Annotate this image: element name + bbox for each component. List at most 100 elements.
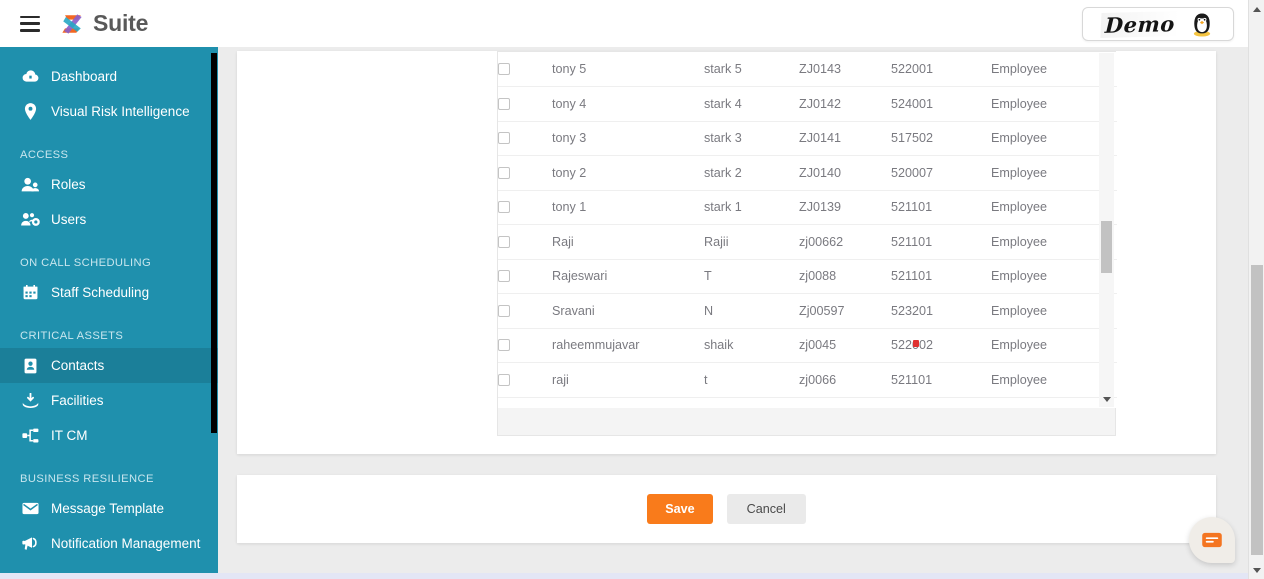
row-select-cell: [498, 52, 552, 87]
page-scrollbar[interactable]: [1248, 0, 1264, 579]
table-scrollbar[interactable]: [1099, 53, 1114, 407]
row-checkbox[interactable]: [498, 373, 510, 386]
sidebar-item-users[interactable]: Users: [0, 202, 218, 237]
cell-last-name: Rajii: [704, 224, 799, 260]
cell-zip: 521101: [891, 259, 991, 294]
table-row[interactable]: Rajeswari Tzj0088 521101 Employee: [498, 259, 1117, 294]
row-checkbox[interactable]: [498, 304, 510, 317]
sitemap-icon: [20, 427, 40, 445]
cell-first-name: Rajeswari: [552, 259, 704, 294]
cancel-button[interactable]: Cancel: [726, 494, 806, 524]
table-scroll-down-button[interactable]: [1099, 391, 1114, 407]
cell-first-name: tony 2: [552, 155, 704, 191]
cell-last-name: stark 5: [704, 52, 799, 87]
contacts-table-scrollarea: tony 5 stark 5 ZJ0143 522001 Employee tony 4s…: [498, 52, 1117, 408]
sidebar-item-message-template[interactable]: Message Template: [0, 491, 218, 526]
sidebar-item-roles[interactable]: Roles: [0, 167, 218, 202]
row-checkbox[interactable]: [498, 97, 510, 110]
cell-last-name: T: [704, 259, 799, 294]
sidebar-item-label: Message Template: [51, 501, 165, 516]
sidebar-item-visual-risk-intelligence[interactable]: Visual Risk Intelligence: [0, 94, 218, 129]
table-row[interactable]: Raji Rajii zj00662 521101 Employee: [498, 224, 1117, 260]
row-checkbox[interactable]: [498, 270, 510, 283]
row-checkbox[interactable]: [498, 166, 510, 179]
cell-zip: 523201: [891, 293, 991, 329]
table-scrollbar-thumb[interactable]: [1101, 221, 1112, 273]
table-row[interactable]: tony 2 stark 2 ZJ0140 520007 Employee: [498, 155, 1117, 191]
top-header: Suite Demo: [0, 0, 1248, 47]
sidebar-section-access: ACCESS: [20, 149, 69, 161]
chat-widget-button[interactable]: [1189, 517, 1235, 563]
sidebar-item-label: IT CM: [51, 428, 88, 443]
cell-zip: 520007: [891, 155, 991, 191]
megaphone-icon: [20, 535, 40, 553]
z-logo-icon: [62, 13, 82, 34]
table-row[interactable]: tony 3 stark 3 ZJ0141 517502 Employee: [498, 121, 1117, 156]
cell-zip: 524001: [891, 86, 991, 122]
sidebar-item-label: Notification Management: [51, 536, 201, 551]
penguin-avatar-icon[interactable]: [1189, 11, 1215, 37]
hamburger-icon[interactable]: [20, 15, 40, 32]
cell-contact-id: zj0045: [799, 328, 891, 363]
save-button[interactable]: Save: [647, 494, 713, 524]
cell-last-name: stark 3: [704, 121, 799, 156]
cell-contact-id: ZJ0141: [799, 121, 891, 156]
chat-bubble-icon: [1202, 532, 1222, 548]
row-select-cell: [498, 259, 552, 294]
cell-last-name: stark 4: [704, 86, 799, 122]
sidebar-item-label: Roles: [51, 177, 86, 192]
hamburger-bar: [20, 15, 40, 19]
cell-zip: 517502: [891, 121, 991, 156]
row-checkbox[interactable]: [498, 235, 510, 248]
chevron-down-icon: [1102, 396, 1111, 402]
sidebar-scrollbar-thumb[interactable]: [211, 53, 217, 433]
row-select-cell: [498, 121, 552, 156]
cell-first-name: Raji: [552, 224, 704, 260]
contacts-table: tony 5 stark 5 ZJ0143 522001 Employee tony 4s…: [498, 52, 1117, 398]
table-row[interactable]: Sravani N Zj00597 523201 Employee: [498, 293, 1117, 329]
sidebar-item-staff-scheduling[interactable]: Staff Scheduling: [0, 275, 218, 310]
page-scroll-up-button[interactable]: [1249, 0, 1264, 18]
cell-last-name: N: [704, 293, 799, 329]
cell-contact-id: ZJ0143: [799, 52, 891, 87]
sidebar-item-notification-management[interactable]: Notification Management: [0, 526, 218, 561]
table-row[interactable]: raheemmujavarshaikzj0045522002Employee: [498, 328, 1117, 363]
cell-contact-id: Zj00597: [799, 293, 891, 329]
cell-zip: 522002: [891, 328, 991, 363]
sidebar-item-facilities[interactable]: Facilities: [0, 383, 218, 418]
sidebar-section-on-call-scheduling: ON CALL SCHEDULING: [20, 257, 152, 269]
cell-contact-id: zj0088: [799, 259, 891, 294]
sidebar-section-critical-assets: CRITICAL ASSETS: [20, 330, 124, 342]
sidebar-item-dashboard[interactable]: Dashboard: [0, 59, 218, 94]
table-row[interactable]: tony 4 stark 4 ZJ0142 524001 Employee: [498, 86, 1117, 122]
table-row[interactable]: tony 5 stark 5 ZJ0143 522001 Employee: [498, 52, 1117, 87]
cell-contact-id: ZJ0142: [799, 86, 891, 122]
table-row[interactable]: tony 1 stark 1 ZJ0139 521101 Employee: [498, 190, 1117, 225]
page-scroll-down-button[interactable]: [1249, 561, 1264, 579]
brand-logo[interactable]: Suite: [58, 10, 148, 38]
row-checkbox[interactable]: [498, 201, 510, 214]
row-checkbox[interactable]: [498, 339, 510, 352]
demo-account-badge[interactable]: Demo: [1082, 7, 1234, 41]
contacts-card: tony 5 stark 5 ZJ0143 522001 Employee tony 4s…: [237, 51, 1216, 454]
cell-zip: 521101: [891, 190, 991, 225]
form-actions-card: Save Cancel: [237, 475, 1216, 543]
cell-first-name: tony 5: [552, 52, 704, 87]
sidebar-item-it-cm[interactable]: IT CM: [0, 418, 218, 453]
form-actions: Save Cancel: [237, 475, 1216, 543]
brand-title: Suite: [93, 10, 149, 36]
sidebar-item-label: Facilities: [51, 393, 104, 408]
app-viewport: Suite Demo Dashboard Visual Risk Intellig…: [0, 0, 1264, 579]
table-row[interactable]: raji t zj0066 521101 Employee: [498, 362, 1117, 398]
facility-icon: [20, 392, 40, 410]
page-scrollbar-thumb[interactable]: [1251, 265, 1263, 555]
sidebar-item-label: Staff Scheduling: [51, 285, 150, 300]
row-checkbox[interactable]: [498, 132, 510, 145]
row-select-cell: [498, 293, 552, 329]
map-pin-icon: [20, 103, 40, 121]
sidebar: Dashboard Visual Risk Intelligence ACCESS R…: [0, 47, 218, 579]
row-checkbox[interactable]: [498, 63, 510, 75]
cell-contact-id: zj00662: [799, 224, 891, 260]
sidebar-item-contacts[interactable]: Contacts: [0, 348, 218, 383]
sidebar-scrollbar[interactable]: [210, 47, 218, 579]
